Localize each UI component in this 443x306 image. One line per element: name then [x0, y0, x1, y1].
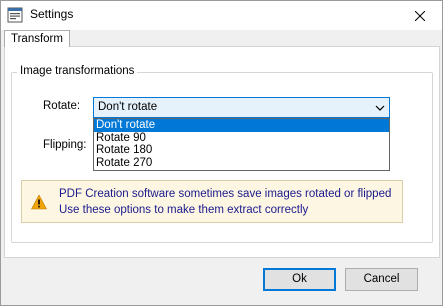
- rotate-option-270[interactable]: Rotate 270: [94, 157, 389, 170]
- cancel-button[interactable]: Cancel: [345, 268, 418, 291]
- app-icon: [7, 7, 23, 23]
- title-bar: Settings: [1, 1, 442, 30]
- info-panel: PDF Creation software sometimes save ima…: [21, 180, 403, 223]
- info-text-line-1: PDF Creation software sometimes save ima…: [59, 188, 392, 200]
- chevron-down-icon: [375, 105, 385, 111]
- ok-button[interactable]: Ok: [263, 268, 336, 291]
- window-title: Settings: [30, 7, 74, 21]
- info-text-line-2: Use these options to make them extract c…: [59, 204, 309, 216]
- rotate-dropdown-list: Don't rotate Rotate 90 Rotate 180 Rotate…: [93, 118, 390, 171]
- close-button[interactable]: [397, 1, 442, 30]
- flipping-label: Flipping:: [43, 139, 87, 151]
- rotate-option-180[interactable]: Rotate 180: [94, 144, 389, 157]
- warning-icon: [31, 194, 47, 210]
- rotate-select[interactable]: Don't rotate: [93, 97, 390, 118]
- tab-transform[interactable]: Transform: [4, 30, 70, 47]
- rotate-select-value: Don't rotate: [98, 101, 158, 113]
- rotate-option-90[interactable]: Rotate 90: [94, 132, 389, 145]
- close-icon: [414, 10, 425, 21]
- rotate-label: Rotate:: [43, 100, 81, 112]
- group-title: Image transformations: [17, 65, 138, 77]
- rotate-option-dont-rotate[interactable]: Don't rotate: [94, 119, 389, 132]
